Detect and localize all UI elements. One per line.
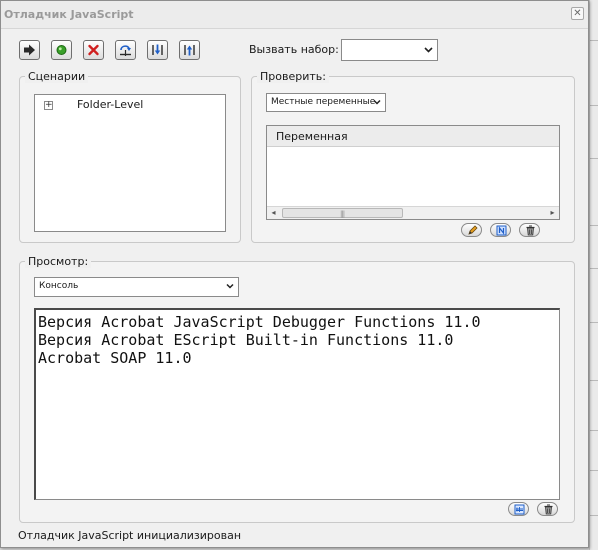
red-x-icon xyxy=(88,44,99,56)
trash-icon xyxy=(526,225,535,236)
delete-variable-button[interactable] xyxy=(519,223,540,237)
status-bar-text: Отладчик JavaScript инициализирован xyxy=(18,529,242,542)
break-button[interactable] xyxy=(51,40,72,60)
background-window-edge xyxy=(589,0,598,550)
variable-icon xyxy=(496,225,507,236)
scroll-grip: ||| xyxy=(340,210,345,218)
scroll-left-icon[interactable]: ◂ xyxy=(268,208,279,218)
window-title: Отладчик JavaScript xyxy=(4,8,134,21)
tree-item-label: Folder-Level xyxy=(77,98,144,111)
chevron-down-icon xyxy=(226,283,234,289)
close-button[interactable]: ✕ xyxy=(571,7,584,20)
view-mode-dropdown[interactable]: Консоль xyxy=(34,277,239,297)
scope-dropdown[interactable]: Местные переменные xyxy=(266,93,386,112)
js-icon xyxy=(514,504,525,515)
scripts-tree[interactable]: + Folder-Level xyxy=(34,94,226,232)
step-out-button[interactable] xyxy=(179,40,200,60)
console-output[interactable]: Версия Acrobat JavaScript Debugger Funct… xyxy=(34,308,560,500)
call-stack-dropdown[interactable] xyxy=(341,39,438,61)
step-out-icon xyxy=(184,45,195,56)
variables-table[interactable]: Переменная ◂ ||| ▸ xyxy=(266,125,560,220)
title-bar[interactable]: Отладчик JavaScript ✕ xyxy=(1,1,588,29)
step-into-icon xyxy=(152,44,163,55)
scroll-thumb[interactable]: ||| xyxy=(282,208,403,218)
chevron-down-icon xyxy=(373,99,381,105)
arrow-right-icon xyxy=(24,44,35,56)
console-line: Acrobat SOAP 11.0 xyxy=(38,349,192,367)
run-script-button[interactable] xyxy=(508,502,529,516)
edit-pencil-icon xyxy=(468,225,478,235)
inspect-legend: Проверить: xyxy=(257,70,329,83)
horizontal-scrollbar[interactable]: ◂ ||| ▸ xyxy=(267,206,559,219)
debugger-window: Отладчик JavaScript ✕ Вызвать набор: Сце… xyxy=(0,0,589,548)
scope-value: Местные переменные xyxy=(271,97,376,107)
step-over-button[interactable] xyxy=(115,40,136,60)
console-line: Версия Acrobat EScript Built-in Function… xyxy=(38,331,454,349)
trash-icon xyxy=(544,504,553,515)
edit-variable-button[interactable] xyxy=(461,223,482,237)
resume-button[interactable] xyxy=(19,40,40,60)
scroll-right-icon[interactable]: ▸ xyxy=(547,208,558,218)
column-header-variable[interactable]: Переменная xyxy=(267,126,559,147)
column-header-label: Переменная xyxy=(276,130,348,143)
step-over-icon xyxy=(120,45,131,56)
green-circle-icon xyxy=(56,45,67,55)
clear-console-button[interactable] xyxy=(537,502,558,516)
call-stack-label: Вызвать набор: xyxy=(249,43,339,56)
expand-plus-icon[interactable]: + xyxy=(44,101,53,110)
view-legend: Просмотр: xyxy=(25,255,92,268)
step-into-button[interactable] xyxy=(147,40,168,60)
stop-button[interactable] xyxy=(83,40,104,60)
watch-variable-button[interactable] xyxy=(490,223,511,237)
chevron-down-icon xyxy=(424,47,433,53)
scripts-legend: Сценарии xyxy=(25,70,89,83)
view-mode-value: Консоль xyxy=(39,281,79,291)
console-line: Версия Acrobat JavaScript Debugger Funct… xyxy=(38,313,481,331)
